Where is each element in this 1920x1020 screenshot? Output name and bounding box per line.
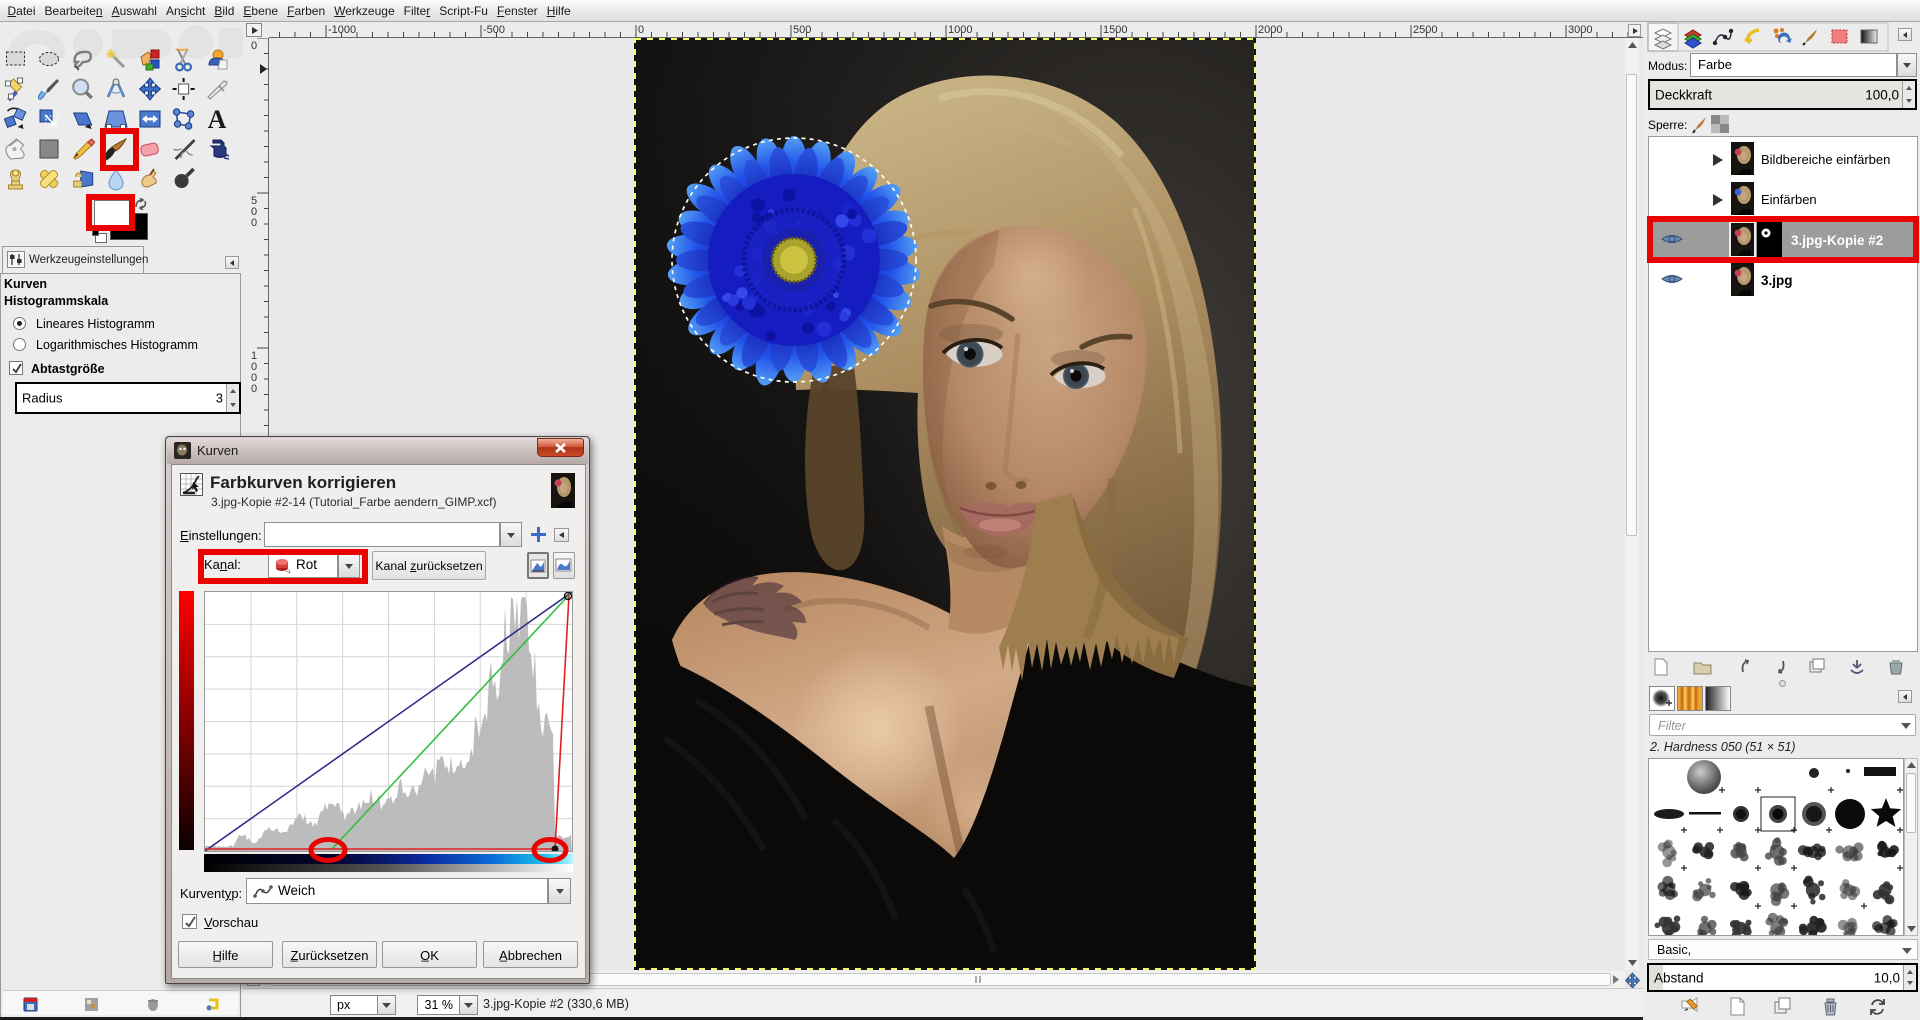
svg-text:3000: 3000: [1568, 24, 1592, 36]
svg-text:2500: 2500: [1413, 24, 1437, 36]
svg-text:0: 0: [638, 24, 644, 36]
svg-text:1000: 1000: [948, 24, 972, 36]
svg-text:0: 0: [251, 383, 257, 395]
svg-text:A: A: [208, 105, 227, 134]
svg-text:0: 0: [251, 217, 257, 229]
svg-text:1500: 1500: [1103, 24, 1127, 36]
svg-text:0: 0: [251, 40, 257, 52]
svg-text:2000: 2000: [1258, 24, 1282, 36]
svg-text:Einfärben: Einfärben: [1761, 192, 1817, 207]
svg-text:3.jpg: 3.jpg: [1761, 273, 1793, 288]
svg-text:-500: -500: [483, 24, 505, 36]
svg-text:500: 500: [793, 24, 811, 36]
svg-text:-1000: -1000: [328, 24, 356, 36]
svg-text:Bildbereiche einfärben: Bildbereiche einfärben: [1761, 152, 1890, 167]
